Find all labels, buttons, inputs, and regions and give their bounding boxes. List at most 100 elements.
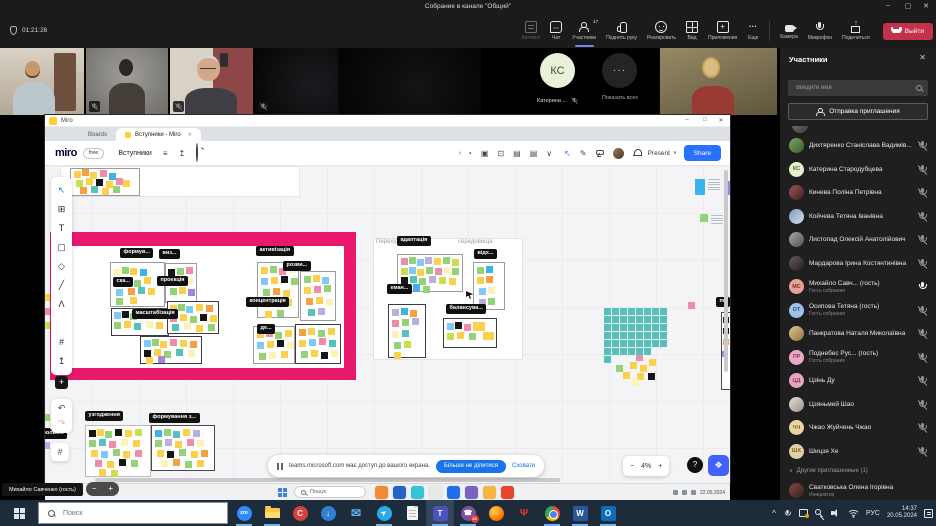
miro-tool[interactable]: ▢ xyxy=(52,238,71,257)
sticky-note[interactable] xyxy=(190,316,197,323)
language-indicator[interactable]: РУС xyxy=(866,510,880,517)
sticky-note[interactable] xyxy=(329,340,336,347)
sticky-note[interactable] xyxy=(124,321,131,328)
sticky-note[interactable] xyxy=(130,268,137,275)
sticky-note[interactable] xyxy=(632,379,639,386)
sticky-note[interactable] xyxy=(179,287,186,294)
sticky-note[interactable] xyxy=(464,324,471,331)
sticky-note[interactable] xyxy=(114,312,121,319)
sticky-note[interactable] xyxy=(612,340,619,347)
sticky-note[interactable] xyxy=(107,461,114,468)
sticky-note[interactable] xyxy=(700,214,708,222)
sticky-note[interactable] xyxy=(134,323,141,330)
maximize-icon[interactable]: □ xyxy=(698,117,712,123)
speaker-icon[interactable] xyxy=(831,509,841,518)
undo-icon[interactable]: ↶ xyxy=(58,401,66,416)
video-tile[interactable] xyxy=(255,48,338,115)
sticky-note[interactable] xyxy=(449,278,456,285)
sticky-note[interactable] xyxy=(447,333,454,340)
taskbar-app-icon[interactable]: T xyxy=(426,500,454,526)
sticky-note[interactable] xyxy=(111,470,118,477)
sticky-note[interactable] xyxy=(394,352,401,359)
sticky-note[interactable] xyxy=(45,442,50,449)
participant-row[interactable]: Мардарова Ірина Костянтинівна xyxy=(780,252,936,276)
sticky-note[interactable] xyxy=(167,451,174,458)
cluster-label[interactable]: балансува... xyxy=(446,304,486,314)
sticky-note[interactable] xyxy=(469,333,476,340)
sticky-note[interactable] xyxy=(299,340,306,347)
sticky-note[interactable] xyxy=(130,297,137,304)
close-icon[interactable]: ✕ xyxy=(918,2,934,10)
sticky-note[interactable] xyxy=(135,429,142,436)
sticky-note[interactable] xyxy=(477,277,484,284)
sticky-note[interactable] xyxy=(488,298,495,305)
participant-row[interactable]: Сватковська Олена Ігорівна Инициатор xyxy=(780,479,936,500)
cluster-label[interactable]: відх... xyxy=(474,249,497,259)
sticky-note[interactable] xyxy=(439,277,446,284)
sticky-note[interactable] xyxy=(660,340,667,347)
video-tile[interactable] xyxy=(660,48,777,115)
sticky-note[interactable] xyxy=(173,459,180,466)
sticky-note[interactable] xyxy=(190,341,197,348)
sticky-note[interactable] xyxy=(417,269,424,276)
zoom-out-button[interactable]: − xyxy=(630,463,634,470)
teams-toolbar-button[interactable]: Приложения xyxy=(703,14,742,48)
sticky-note[interactable] xyxy=(402,330,409,337)
sticky-note[interactable] xyxy=(200,314,207,321)
sticky-note[interactable] xyxy=(620,332,627,339)
share-button[interactable]: Share xyxy=(684,145,721,161)
sticky-note[interactable] xyxy=(486,266,493,273)
minimize-icon[interactable]: – xyxy=(680,117,694,123)
sticky-note[interactable] xyxy=(281,276,288,283)
sticky-note[interactable] xyxy=(196,304,203,311)
cluster-label[interactable]: проекція xyxy=(157,276,188,286)
help-button[interactable]: ? xyxy=(687,457,703,473)
sticky-note[interactable] xyxy=(185,461,192,468)
frames-button[interactable]: # xyxy=(51,443,69,461)
sticky-note[interactable] xyxy=(319,338,326,345)
sticky-note[interactable] xyxy=(688,302,695,309)
notification-app-icon[interactable] xyxy=(799,509,808,517)
sticky-note[interactable] xyxy=(267,341,274,348)
sticky-note[interactable] xyxy=(121,439,128,446)
sticky-note[interactable] xyxy=(660,324,667,331)
bell-icon[interactable] xyxy=(633,149,641,157)
sticky-note[interactable] xyxy=(660,332,667,339)
sticky-note[interactable] xyxy=(401,268,408,275)
user-avatar[interactable] xyxy=(613,148,624,159)
sticky-note[interactable] xyxy=(265,311,272,318)
sticky-note[interactable] xyxy=(628,308,635,315)
teams-toolbar-button[interactable]: Реагировать xyxy=(642,14,681,48)
sticky-note[interactable] xyxy=(170,288,177,295)
sticky-note[interactable] xyxy=(138,287,145,294)
sticky-note[interactable] xyxy=(652,332,659,339)
comments-icon[interactable] xyxy=(596,150,604,157)
sticky-note[interactable] xyxy=(161,460,168,467)
sticky-note[interactable] xyxy=(660,308,667,315)
sticky-note[interactable] xyxy=(109,441,116,448)
sticky-note[interactable] xyxy=(326,299,333,306)
sticky-note[interactable] xyxy=(116,178,123,185)
miro-tool[interactable] xyxy=(52,314,71,333)
sticky-note[interactable] xyxy=(114,322,121,329)
sticky-note[interactable] xyxy=(409,267,416,274)
sticky-note[interactable] xyxy=(180,314,187,321)
taskbar-app-icon[interactable]: ✉ xyxy=(342,500,370,526)
sticky-note[interactable] xyxy=(156,322,163,329)
sticky-note[interactable] xyxy=(89,440,96,447)
sticky-note[interactable] xyxy=(157,450,164,457)
sticky-note[interactable] xyxy=(304,287,311,294)
taskbar-search-input[interactable] xyxy=(61,509,218,518)
sticky-note[interactable] xyxy=(102,188,109,195)
stop-sharing-button[interactable]: Більше не ділитися xyxy=(436,460,506,473)
sticky-note[interactable] xyxy=(135,450,142,457)
sticky-note[interactable] xyxy=(45,294,50,301)
sticky-note[interactable] xyxy=(170,339,177,346)
miro-logo[interactable]: miro xyxy=(55,147,77,159)
sticky-note[interactable] xyxy=(172,324,179,331)
sticky-note[interactable] xyxy=(76,180,83,187)
sticky-note[interactable] xyxy=(164,429,171,436)
sticky-note[interactable] xyxy=(404,341,411,348)
presenter-search-box[interactable]: Пошук xyxy=(294,486,366,498)
sticky-note[interactable] xyxy=(410,276,417,283)
